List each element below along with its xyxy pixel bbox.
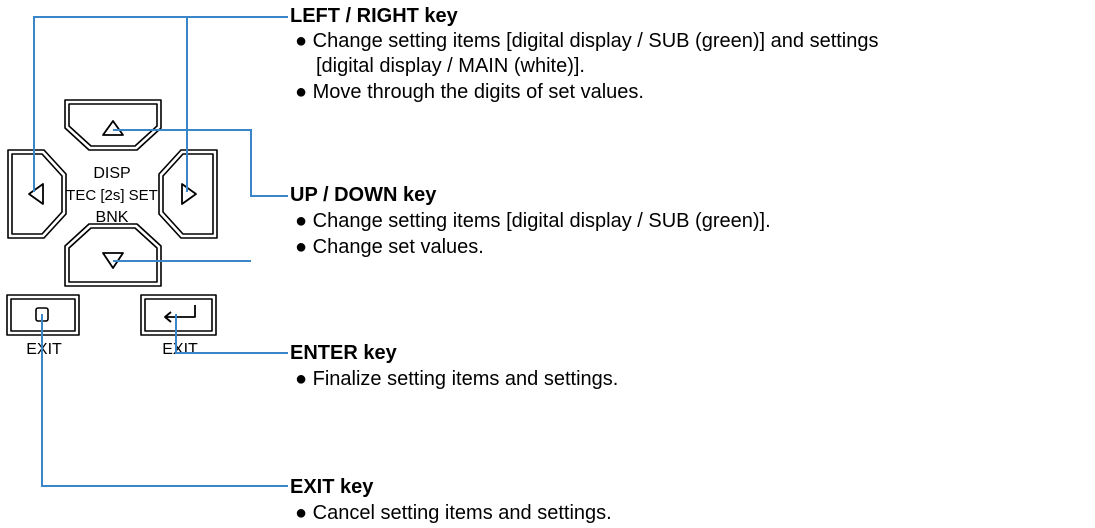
left-right-bullet-2: Move through the digits of set values. <box>295 80 644 105</box>
exit-key-caption: EXIT <box>26 341 62 358</box>
left-right-bullet-1: Change setting items [digital display / … <box>295 29 879 54</box>
leader-exit <box>41 314 288 487</box>
up-down-bullet-1: Change setting items [digital display / … <box>295 209 771 234</box>
left-right-title: LEFT / RIGHT key <box>290 5 458 27</box>
up-down-title: UP / DOWN key <box>290 184 437 206</box>
center-label-tec-set: TEC [2s] SET <box>66 187 158 204</box>
up-key[interactable] <box>64 99 162 151</box>
enter-title: ENTER key <box>290 342 397 364</box>
enter-arrow-icon <box>164 305 196 323</box>
left-right-bullet-1-cont: [digital display / MAIN (white)]. <box>316 55 585 77</box>
center-label-bnk: BNK <box>96 209 129 226</box>
right-arrow-icon <box>181 183 197 205</box>
up-arrow-icon <box>102 120 124 136</box>
exit-title: EXIT key <box>290 476 374 498</box>
left-key[interactable] <box>7 149 67 239</box>
enter-key-caption: EXIT <box>162 341 198 358</box>
up-down-bullet-2: Change set values. <box>295 235 484 260</box>
left-arrow-icon <box>28 183 44 205</box>
center-label-disp: DISP <box>93 165 130 182</box>
enter-bullet-1: Finalize setting items and settings. <box>295 367 619 392</box>
down-key[interactable] <box>64 223 162 287</box>
exit-bullet-1: Cancel setting items and settings. <box>295 501 612 526</box>
enter-key[interactable] <box>140 294 217 336</box>
